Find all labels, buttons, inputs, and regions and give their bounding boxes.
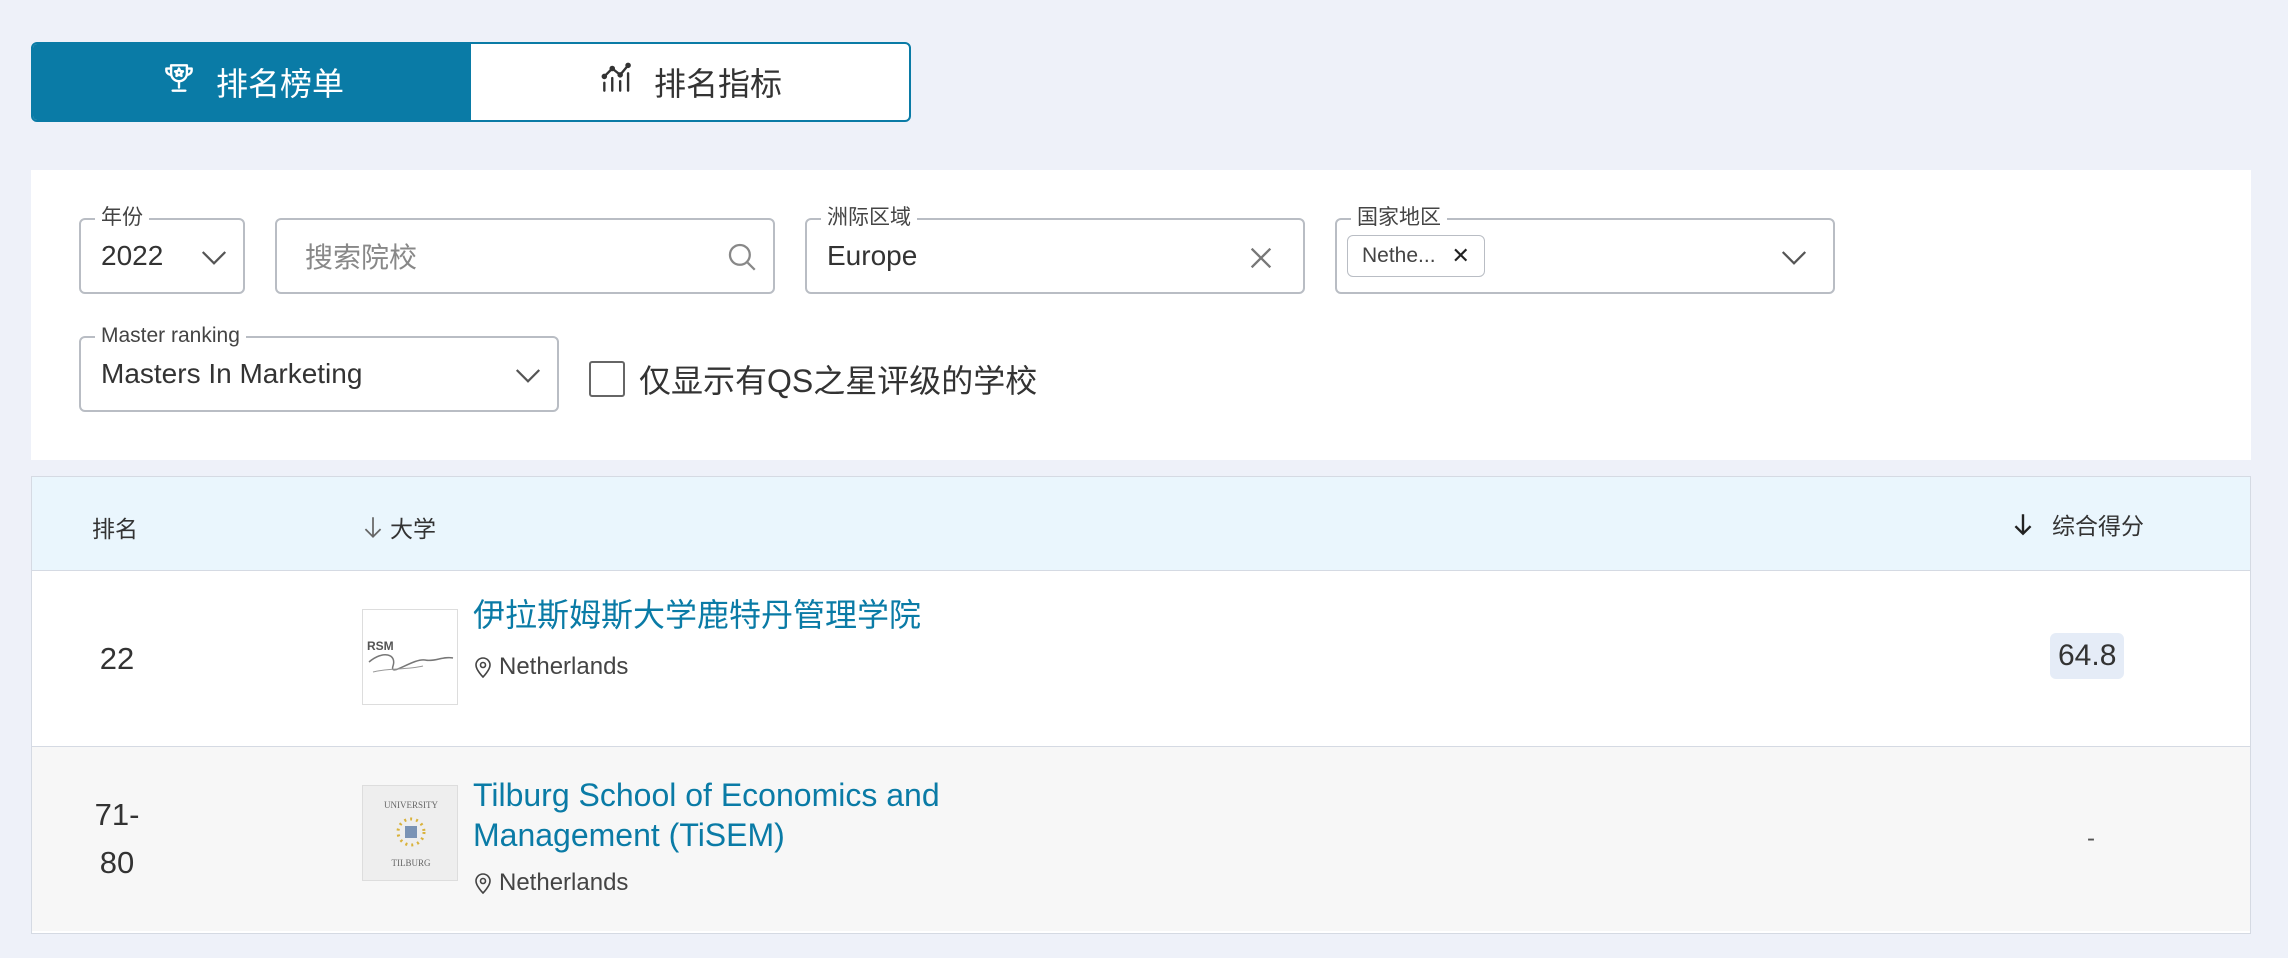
qs-stars-filter[interactable]: 仅显示有QS之星评级的学校 (589, 356, 1037, 402)
svg-text:UNIVERSITY: UNIVERSITY (384, 800, 438, 810)
region-legend: 洲际区域 (821, 205, 917, 231)
header-university[interactable]: 大学 (362, 510, 436, 544)
chevron-down-icon (1781, 251, 1807, 265)
rank-value: 22 (99, 641, 135, 676)
rankings-table: 排名 大学 综合得分 22 RSM 伊拉斯姆斯大学鹿特丹管理学院 Netherl… (31, 476, 2251, 934)
master-ranking-value: Masters In Marketing (101, 358, 363, 389)
table-header: 排名 大学 综合得分 (32, 477, 2250, 571)
tab-rankings[interactable]: 排名榜单 (33, 44, 471, 120)
remove-chip-icon[interactable]: ✕ (1452, 243, 1470, 269)
master-ranking-legend: Master ranking (95, 323, 246, 349)
header-score[interactable]: 综合得分 (2012, 507, 2144, 541)
search-placeholder: 搜索院校 (305, 242, 418, 273)
university-name-link[interactable]: Tilburg School of Economics and Manageme… (473, 775, 1033, 855)
year-legend: 年份 (95, 205, 149, 231)
university-location: Netherlands (473, 869, 628, 897)
country-chip[interactable]: Nethe... ✕ (1347, 235, 1485, 277)
score-value: - (2087, 825, 2095, 852)
rank-line: 71- (94, 797, 140, 832)
location-pin-icon (475, 873, 491, 895)
country-legend: 国家地区 (1351, 205, 1447, 231)
score-badge: 64.8 (2050, 633, 2125, 679)
header-rank[interactable]: 排名 (92, 510, 138, 544)
chevron-down-icon (515, 369, 541, 383)
country-select[interactable]: 国家地区 Nethe... ✕ (1335, 205, 1835, 294)
sort-arrow-icon (364, 517, 382, 538)
location-pin-icon (475, 657, 491, 679)
location-text: Netherlands (499, 869, 629, 896)
tab-rankings-label: 排名榜单 (215, 66, 344, 102)
university-location: Netherlands (473, 653, 628, 681)
svg-text:RSM: RSM (367, 639, 394, 653)
sort-arrow-icon (2014, 514, 2032, 536)
table-row: 71- 80 UNIVERSITY TILBURG Tilburg School… (32, 747, 2250, 931)
chevron-down-icon (201, 251, 227, 265)
name-line: Management (TiSEM) (473, 817, 785, 853)
header-score-label: 综合得分 (2052, 513, 2144, 539)
ranking-tabs: 排名榜单 排名指标 (31, 42, 911, 122)
university-logo: RSM (362, 609, 458, 705)
region-select[interactable]: 洲际区域 Europe (805, 205, 1305, 294)
search-icon (728, 243, 756, 271)
university-name-link[interactable]: 伊拉斯姆斯大学鹿特丹管理学院 (473, 595, 1033, 635)
clear-icon[interactable] (1247, 244, 1275, 272)
university-logo: UNIVERSITY TILBURG (362, 785, 458, 881)
svg-text:TILBURG: TILBURG (392, 858, 431, 868)
table-row: 22 RSM 伊拉斯姆斯大学鹿特丹管理学院 Netherlands 64.8 (32, 571, 2250, 747)
trophy-icon (160, 59, 198, 105)
name-line: Tilburg School of Economics and (473, 777, 940, 813)
country-chip-label: Nethe... (1362, 244, 1436, 267)
year-select[interactable]: 年份 2022 (79, 205, 245, 294)
qs-stars-label: 仅显示有QS之星评级的学校 (639, 363, 1038, 399)
rank-line: 80 (99, 845, 135, 880)
header-university-label: 大学 (390, 516, 436, 542)
bar-chart-icon (598, 59, 636, 105)
rank-value: 71- 80 (82, 791, 152, 887)
master-ranking-select[interactable]: Master ranking Masters In Marketing (79, 323, 559, 412)
school-search-input[interactable]: 搜索院校 (275, 218, 775, 294)
location-text: Netherlands (499, 653, 629, 680)
tab-indicators[interactable]: 排名指标 (471, 44, 909, 120)
region-value: Europe (827, 240, 918, 271)
year-value: 2022 (101, 240, 164, 271)
filter-panel: 年份 2022 搜索院校 洲际区域 Europe 国家地区 Nethe... ✕… (31, 170, 2251, 460)
tab-indicators-label: 排名指标 (653, 66, 782, 102)
qs-stars-checkbox[interactable] (589, 361, 625, 397)
